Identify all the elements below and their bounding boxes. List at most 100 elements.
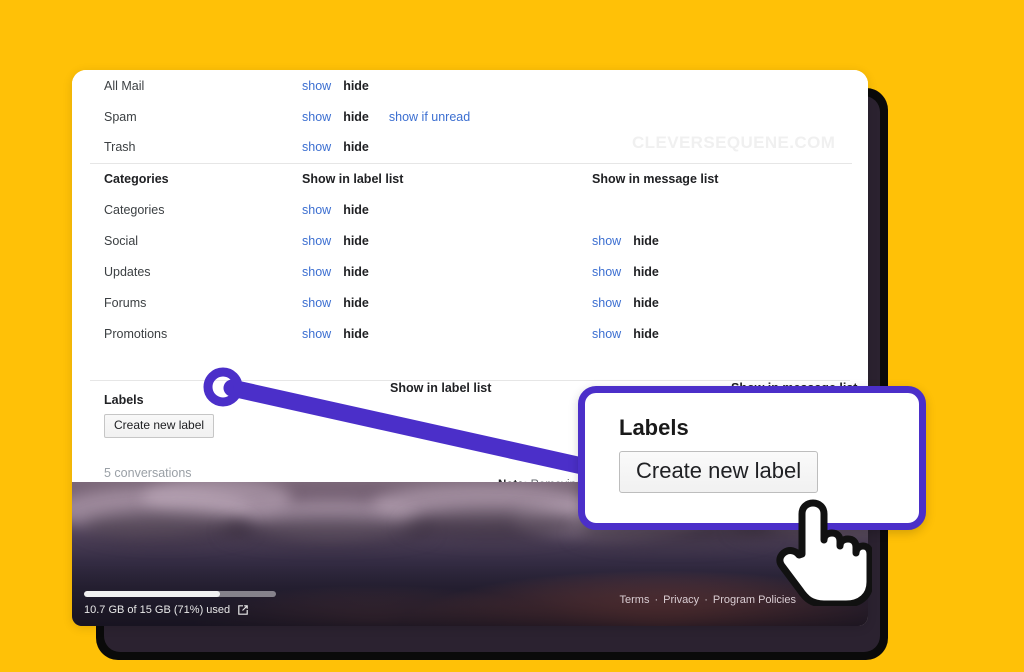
row-label-actions: show hide <box>302 318 592 349</box>
row-label-actions: show hide <box>302 225 592 256</box>
message-list-actions: show hide <box>592 296 659 310</box>
show-if-unread-link[interactable]: show if unread <box>389 110 470 124</box>
label-list-actions: show hide <box>302 265 369 279</box>
row-name-cell: All Mail <box>90 70 302 101</box>
row-name-cell: Categories <box>90 194 302 225</box>
settings-table-body: All Mail show hide Spam show hide show i… <box>90 70 852 380</box>
row-label-actions: show hide <box>302 287 592 318</box>
col-head-message-list-cell: Show in message list <box>592 162 852 194</box>
show-link[interactable]: show <box>592 234 621 248</box>
label-list-actions: show hide <box>302 234 369 248</box>
label-name: Forums <box>104 295 147 310</box>
show-link[interactable]: show <box>302 79 331 93</box>
categories-header-row: Categories Show in label list Show in me… <box>90 162 852 194</box>
table-row: Social show hide show hide <box>90 225 852 256</box>
label-list-actions: show hide show if unread <box>302 110 470 124</box>
footer-links: Terms · Privacy · Program Policies <box>620 594 797 606</box>
hide-link[interactable]: hide <box>343 203 369 217</box>
show-link[interactable]: show <box>302 296 331 310</box>
show-link[interactable]: show <box>302 234 331 248</box>
row-message-actions <box>592 194 852 225</box>
row-label-actions: show hide <box>302 132 592 163</box>
table-row: Updates show hide show hide <box>90 256 852 287</box>
row-name-cell: Spam <box>90 101 302 132</box>
gmail-settings-window: CLEVERSEQUENE.COM All Mail show hide Spa… <box>72 70 868 626</box>
hide-link[interactable]: hide <box>343 79 369 93</box>
label-name: Spam <box>104 109 137 124</box>
screenshot-stage: CLEVERSEQUENE.COM All Mail show hide Spa… <box>0 0 1024 672</box>
storage-usage-text: 10.7 GB of 15 GB (71%) used <box>84 604 231 616</box>
row-name-cell: Trash <box>90 132 302 163</box>
table-row: Forums show hide show hide <box>90 287 852 318</box>
row-message-actions: show hide <box>592 318 852 349</box>
label-list-actions: show hide <box>302 296 369 310</box>
show-link[interactable]: show <box>302 203 331 217</box>
label-name: All Mail <box>104 78 145 93</box>
storage-progress-fill <box>84 591 221 597</box>
external-link-icon[interactable] <box>237 604 249 616</box>
hide-link[interactable]: hide <box>343 140 369 154</box>
storage-indicator: 10.7 GB of 15 GB (71%) used <box>84 591 364 616</box>
label-name: Social <box>104 233 139 248</box>
zoom-callout: Labels Create new label <box>578 386 926 530</box>
row-message-actions <box>592 70 852 101</box>
privacy-link[interactable]: Privacy <box>663 594 699 606</box>
message-list-actions: show hide <box>592 234 659 248</box>
row-message-actions: show hide <box>592 225 852 256</box>
storage-progress-bar <box>84 591 276 597</box>
row-message-actions: show hide <box>592 256 852 287</box>
show-link[interactable]: show <box>592 327 621 341</box>
table-row: All Mail show hide <box>90 70 852 101</box>
section-title-categories: Categories <box>104 171 169 186</box>
label-list-actions: show hide <box>302 203 369 217</box>
hide-link[interactable]: hide <box>633 296 659 310</box>
program-policies-link[interactable]: Program Policies <box>713 594 796 606</box>
label-name: Trash <box>104 140 136 155</box>
hide-link[interactable]: hide <box>633 327 659 341</box>
callout-title: Labels <box>619 415 689 440</box>
label-name: Updates <box>104 264 151 279</box>
separator-dot-2: · <box>704 594 708 606</box>
site-watermark: CLEVERSEQUENE.COM <box>632 133 836 152</box>
show-link[interactable]: show <box>592 296 621 310</box>
terms-link[interactable]: Terms <box>620 594 650 606</box>
settings-table: All Mail show hide Spam show hide show i… <box>90 70 852 380</box>
hide-link[interactable]: hide <box>633 265 659 279</box>
label-name: Promotions <box>104 326 168 341</box>
label-list-actions: show hide <box>302 327 369 341</box>
hide-link[interactable]: hide <box>343 296 369 310</box>
row-name-cell: Social <box>90 225 302 256</box>
callout-create-new-label-button[interactable]: Create new label <box>619 451 819 493</box>
row-name-cell: Forums <box>90 287 302 318</box>
show-link[interactable]: show <box>302 265 331 279</box>
row-name-cell: Promotions <box>90 318 302 349</box>
row-label-actions: show hide <box>302 256 592 287</box>
show-link[interactable]: show <box>302 327 331 341</box>
col-head-label-list-cell: Show in label list <box>302 162 592 194</box>
row-label-actions: show hide <box>302 70 592 101</box>
table-row: Promotions show hide show hide <box>90 318 852 349</box>
separator-dot-1: · <box>654 594 659 606</box>
show-link[interactable]: show <box>592 265 621 279</box>
table-row: Spam show hide show if unread <box>90 101 852 132</box>
column-header-message-list: Show in message list <box>592 171 719 186</box>
row-message-actions: show hide <box>592 287 852 318</box>
table-row: Categories show hide <box>90 194 852 225</box>
hide-link[interactable]: hide <box>343 110 369 124</box>
row-label-actions: show hide show if unread <box>302 101 592 132</box>
categories-title-cell: Categories <box>90 162 302 194</box>
show-link[interactable]: show <box>302 110 331 124</box>
row-label-actions: show hide <box>302 194 592 225</box>
label-name: Categories <box>104 202 165 217</box>
hide-link[interactable]: hide <box>633 234 659 248</box>
hide-link[interactable]: hide <box>343 327 369 341</box>
hide-link[interactable]: hide <box>343 265 369 279</box>
spacer-row <box>90 349 852 380</box>
label-list-actions: show hide <box>302 140 369 154</box>
create-new-label-button[interactable]: Create new label <box>104 414 215 438</box>
show-link[interactable]: show <box>302 140 331 154</box>
row-name-cell: Updates <box>90 256 302 287</box>
message-list-actions: show hide <box>592 265 659 279</box>
column-header-label-list: Show in label list <box>302 171 404 186</box>
hide-link[interactable]: hide <box>343 234 369 248</box>
